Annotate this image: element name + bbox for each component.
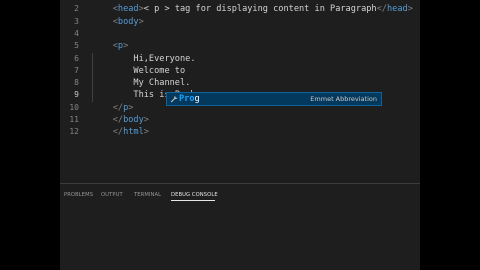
code-content: <head>< p > tag for displaying content i… [92,3,413,15]
code-line: 12 </html> [60,126,420,138]
tab-terminal[interactable]: TERMINAL [134,189,161,201]
code-line: 11 </body> [60,114,420,126]
line-number: 12 [69,127,79,137]
code-line: 2 <head>< p > tag for displaying content… [60,3,420,15]
line-number: 10 [69,102,79,112]
text-content: Welcome to [133,65,186,76]
code-content: <body> [92,16,144,28]
code-content: </body> [92,114,149,126]
code-line: 6 Hi,Everyone. [60,53,420,65]
code-content: <p> [92,40,129,52]
closing-tag: </body> [112,115,149,125]
closing-tag: </p> [112,102,134,113]
opening-tag: <html> [113,0,144,2]
bottom-panel: PROBLEMS OUTPUT TERMINAL DEBUG CONSOLE [60,183,420,270]
video-frame: 1 <html>2 <head>< p > tag for displaying… [0,0,480,270]
line-number: 4 [74,28,79,38]
line-number: 2 [74,4,79,14]
tab-problems[interactable]: PROBLEMS [64,189,93,201]
autocomplete-detail: Emmet Abbreviation [310,95,377,103]
closing-tag: </html> [112,127,149,138]
autocomplete-rest: g [194,94,200,104]
autocomplete-widget: Prog Emmet Abbreviation [166,92,382,106]
code-content: </p> [92,102,134,114]
autocomplete-item[interactable]: Prog Emmet Abbreviation [166,92,382,106]
code-line: 4 [60,28,420,40]
wrench-icon [170,95,178,103]
code-content: </html> [92,126,149,138]
code-content: My Channel. [92,77,190,89]
code-line: 3 <body> [60,16,420,28]
text-content: < p > tag for displaying content in Para… [143,4,377,15]
text-content: Hi,Everyone. [133,53,196,64]
line-number: 3 [74,16,79,26]
line-number: 5 [74,41,79,51]
closing-tag: </head> [376,4,413,15]
opening-tag: <p> [112,41,129,52]
code-content [92,28,113,40]
code-content: Hi,Everyone. [92,53,196,65]
line-number: 8 [74,78,79,88]
code-content: Welcome to [92,65,185,77]
text-content: My Channel. [133,78,191,89]
active-tab-indicator [171,200,215,201]
indent-guide [92,52,93,102]
code-line: 8 My Channel. [60,77,420,89]
opening-tag: <head> [112,4,144,15]
tab-output[interactable]: OUTPUT [101,189,123,201]
line-number: 7 [74,65,79,75]
code-line: 5 <p> [60,40,420,52]
code-line: 7 Welcome to [60,65,420,77]
autocomplete-label: Prog [179,93,200,105]
line-number: 9 [74,90,79,100]
code-editor-window: 1 <html>2 <head>< p > tag for displaying… [60,0,420,270]
autocomplete-match: Pro [179,94,195,104]
line-number: 11 [69,115,79,124]
line-number: 6 [74,53,79,63]
opening-tag: <body> [112,16,144,27]
